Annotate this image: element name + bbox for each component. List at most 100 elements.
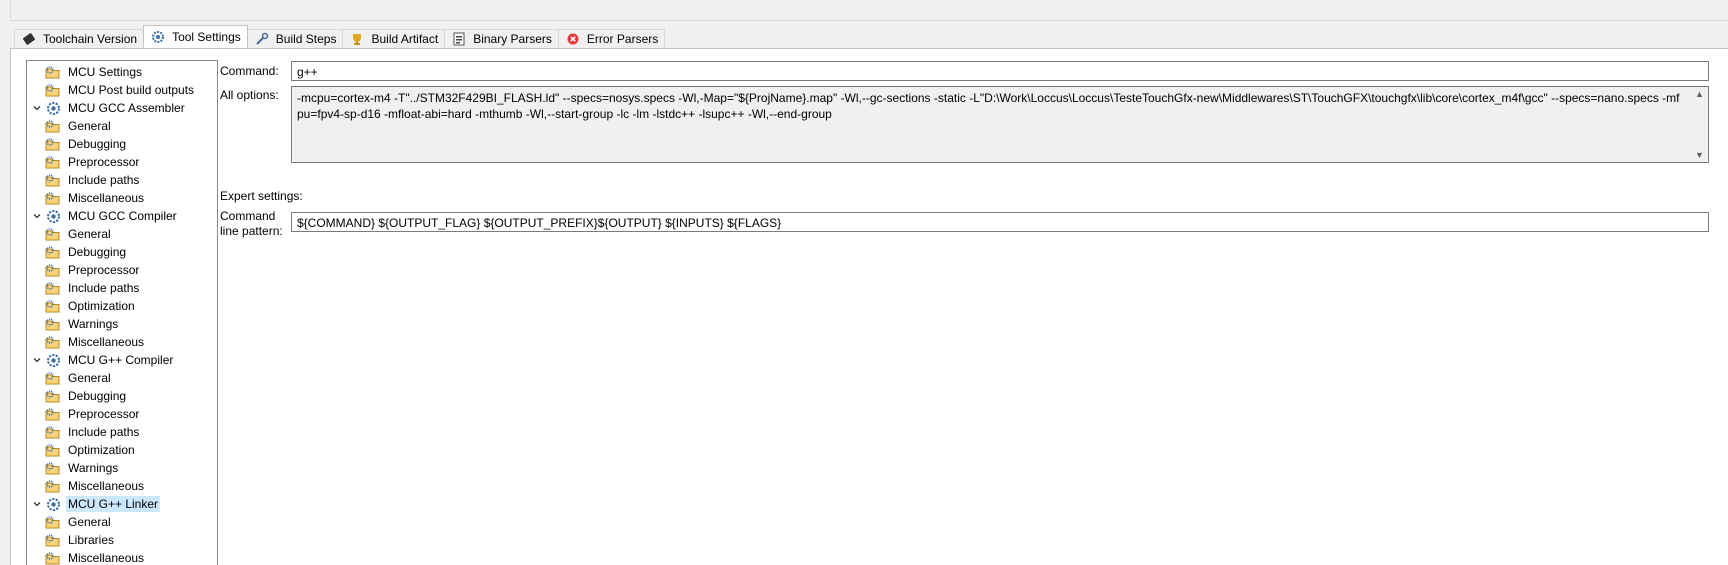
- folder-gear-icon: [45, 154, 61, 170]
- wrench-icon: [254, 31, 270, 47]
- tree-item[interactable]: MCU G++ Compiler: [29, 351, 175, 369]
- folder-gear-icon: [45, 370, 61, 386]
- expert-settings-label: Expert settings:: [220, 189, 303, 203]
- tree-item-label: MCU GCC Assembler: [68, 101, 185, 115]
- tree-item-label: Preprocessor: [68, 155, 140, 169]
- tree-item-label: General: [68, 227, 111, 241]
- folder-gear-icon: [45, 82, 61, 98]
- tab-label: Binary Parsers: [473, 32, 552, 46]
- command-label: Command:: [220, 64, 279, 78]
- command-line-pattern-value: ${COMMAND} ${OUTPUT_FLAG} ${OUTPUT_PREFI…: [297, 216, 782, 230]
- tab-toolchain-version[interactable]: Toolchain Version: [14, 29, 145, 48]
- tree-item[interactable]: Debugging: [45, 387, 128, 405]
- chevron-down-icon[interactable]: [29, 208, 45, 224]
- tree-item[interactable]: Warnings: [45, 459, 120, 477]
- tree-item[interactable]: MCU GCC Compiler: [29, 207, 179, 225]
- all-options-scrollbar[interactable]: ▲ ▼: [1691, 87, 1708, 162]
- tree-item-label: Warnings: [68, 317, 119, 331]
- command-line-pattern-label-line2: line pattern:: [220, 224, 283, 238]
- tree-item[interactable]: MCU G++ Linker: [29, 495, 161, 513]
- error-icon: [565, 31, 581, 47]
- tree-item[interactable]: Debugging: [45, 243, 128, 261]
- all-options-value: -mcpu=cortex-m4 -T"../STM32F429BI_FLASH.…: [297, 91, 1680, 121]
- tree-item-label: Miscellaneous: [68, 335, 145, 349]
- tab-binary-parsers[interactable]: Binary Parsers: [444, 29, 559, 48]
- chevron-down-icon[interactable]: [29, 352, 45, 368]
- tree-item[interactable]: Preprocessor: [45, 153, 141, 171]
- all-options-field[interactable]: -mcpu=cortex-m4 -T"../STM32F429BI_FLASH.…: [291, 86, 1709, 163]
- tree-item[interactable]: Preprocessor: [45, 405, 141, 423]
- folder-gear-icon: [45, 514, 61, 530]
- tree-item-label: MCU G++ Compiler: [68, 353, 174, 367]
- tree-item-label: Optimization: [68, 299, 135, 313]
- tree-item[interactable]: Miscellaneous: [45, 189, 146, 207]
- tree-item[interactable]: Libraries: [45, 531, 116, 549]
- tree-item-label: Include paths: [68, 281, 140, 295]
- tree-item[interactable]: MCU Settings: [29, 63, 144, 81]
- tree-item[interactable]: MCU GCC Assembler: [29, 99, 187, 117]
- tree-item-label: Preprocessor: [68, 263, 140, 277]
- folder-gear-icon: [45, 532, 61, 548]
- window-top-band: [10, 0, 1728, 21]
- binary-file-icon: [451, 31, 467, 47]
- tree-item[interactable]: Optimization: [45, 297, 137, 315]
- command-field[interactable]: g++: [291, 61, 1709, 81]
- folder-gear-icon: [45, 226, 61, 242]
- tree-item[interactable]: Optimization: [45, 441, 137, 459]
- folder-gear-icon: [45, 424, 61, 440]
- tree-item-label: Include paths: [68, 425, 140, 439]
- folder-gear-icon: [45, 550, 61, 565]
- chevron-down-icon[interactable]: [29, 496, 45, 512]
- tree-item[interactable]: General: [45, 369, 113, 387]
- tab-build-steps[interactable]: Build Steps: [246, 29, 344, 48]
- tree-item[interactable]: Debugging: [45, 135, 128, 153]
- tree-item[interactable]: Include paths: [45, 171, 141, 189]
- tree-item-label: Miscellaneous: [68, 551, 145, 565]
- tab-tool-settings[interactable]: Tool Settings: [143, 25, 248, 48]
- tab-label: Toolchain Version: [43, 32, 138, 46]
- tree-item-label: Debugging: [68, 389, 127, 403]
- folder-gear-icon: [45, 118, 61, 134]
- tree-item[interactable]: Miscellaneous: [45, 549, 146, 565]
- tree-item[interactable]: Include paths: [45, 279, 141, 297]
- tree-item[interactable]: Warnings: [45, 315, 120, 333]
- tree-item-label: Libraries: [68, 533, 115, 547]
- tree-item-label: Optimization: [68, 443, 135, 457]
- scroll-down-icon[interactable]: ▼: [1695, 150, 1704, 160]
- tree-item-label: MCU Post build outputs: [68, 83, 195, 97]
- tree-item[interactable]: General: [45, 225, 113, 243]
- tree-item-label: General: [68, 371, 111, 385]
- tab-label: Build Artifact: [371, 32, 439, 46]
- folder-gear-icon: [45, 316, 61, 332]
- tree-item[interactable]: General: [45, 117, 113, 135]
- tree-item-label: MCU G++ Linker: [66, 496, 161, 512]
- folder-gear-icon: [45, 388, 61, 404]
- tab-error-parsers[interactable]: Error Parsers: [557, 29, 666, 48]
- tree-item[interactable]: General: [45, 513, 113, 531]
- command-line-pattern-field[interactable]: ${COMMAND} ${OUTPUT_FLAG} ${OUTPUT_PREFI…: [291, 212, 1709, 232]
- tree-item[interactable]: Miscellaneous: [45, 477, 146, 495]
- tree-item-label: MCU Settings: [68, 65, 143, 79]
- tab-label: Error Parsers: [586, 32, 659, 46]
- tree-item-label: Debugging: [68, 245, 127, 259]
- gear-icon: [45, 100, 61, 116]
- tree-item-label: Debugging: [68, 137, 127, 151]
- folder-gear-icon: [45, 442, 61, 458]
- tree-item[interactable]: MCU Post build outputs: [29, 81, 196, 99]
- chevron-down-icon[interactable]: [29, 100, 45, 116]
- folder-gear-icon: [45, 406, 61, 422]
- tree-item-label: Miscellaneous: [68, 479, 145, 493]
- tab-label: Build Steps: [275, 32, 337, 46]
- scroll-up-icon[interactable]: ▲: [1695, 89, 1704, 99]
- folder-gear-icon: [45, 64, 61, 80]
- settings-tree[interactable]: MCU Settings MCU Post build outputs MCU GC…: [26, 60, 218, 565]
- tree-item[interactable]: Include paths: [45, 423, 141, 441]
- tree-item-label: Miscellaneous: [68, 191, 145, 205]
- gear-icon: [45, 352, 61, 368]
- tab-build-artifact[interactable]: Build Artifact: [342, 29, 446, 48]
- folder-gear-icon: [45, 334, 61, 350]
- tree-item[interactable]: Miscellaneous: [45, 333, 146, 351]
- tab-label: Tool Settings: [172, 30, 241, 44]
- tree-item[interactable]: Preprocessor: [45, 261, 141, 279]
- folder-gear-icon: [45, 136, 61, 152]
